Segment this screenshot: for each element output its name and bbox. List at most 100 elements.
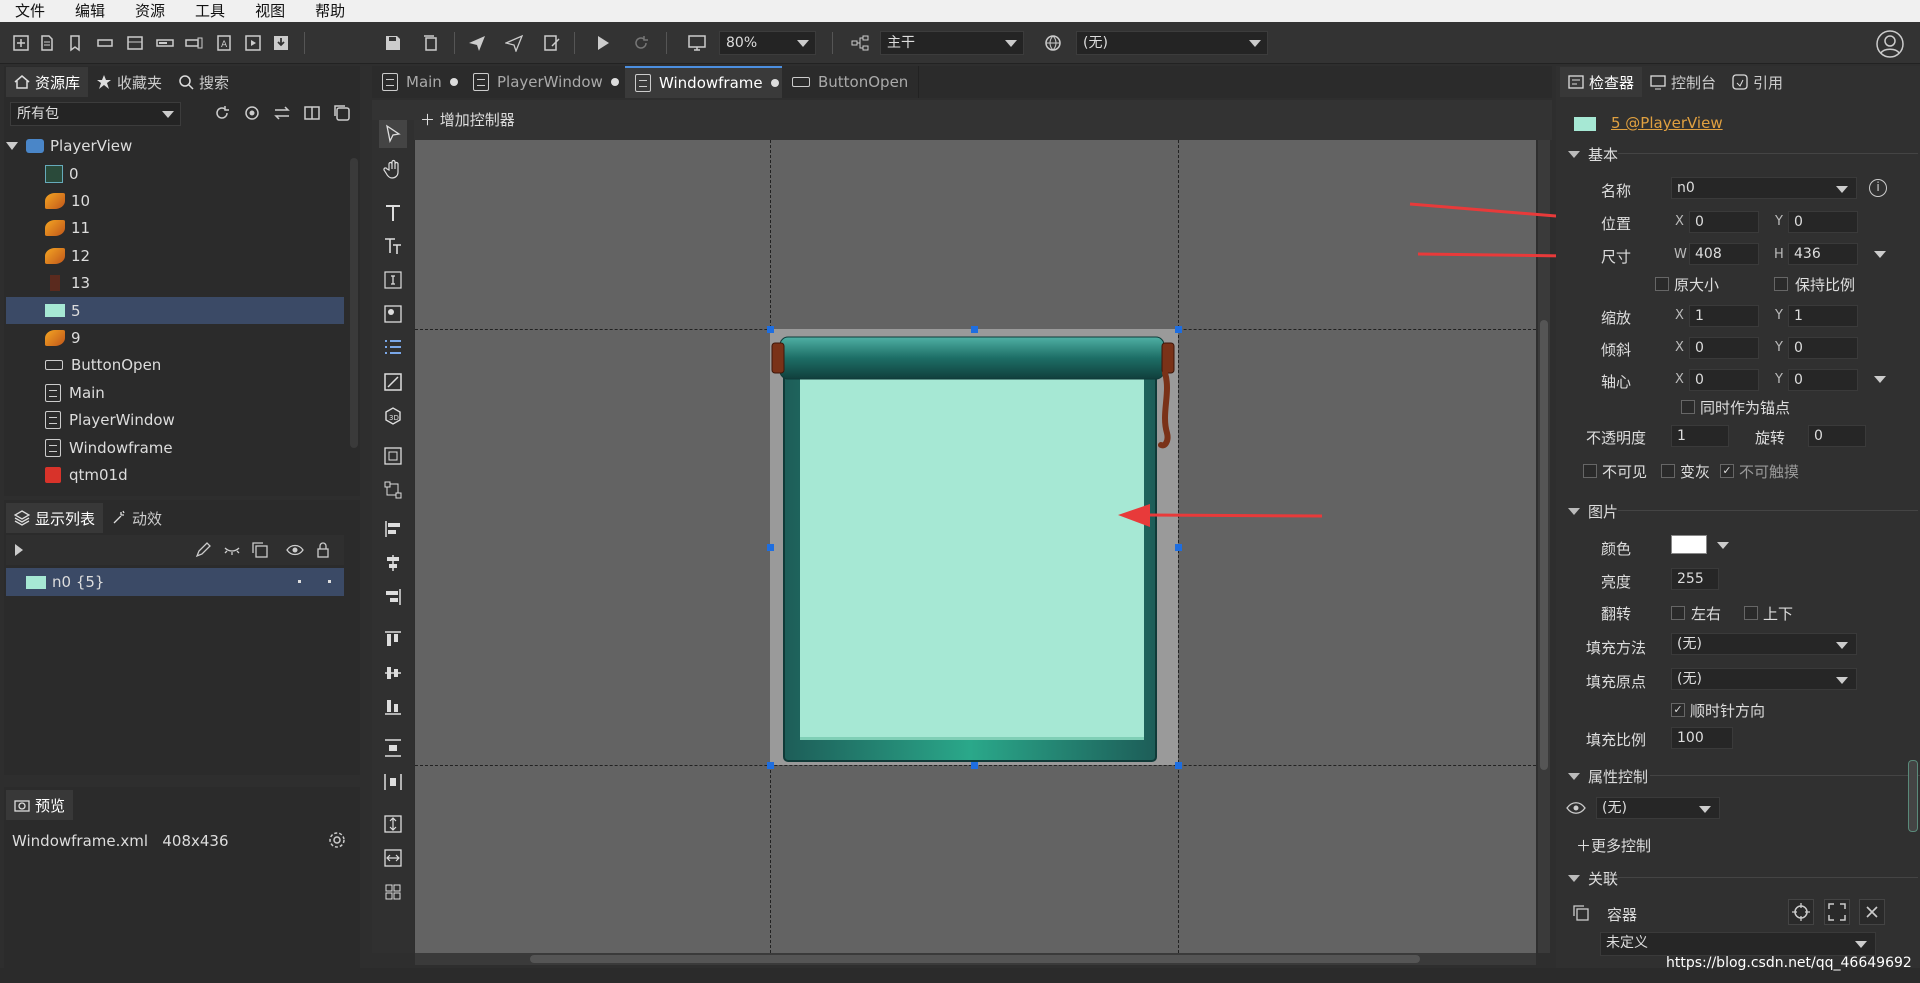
fill-method-value: (无) <box>1677 636 1702 652</box>
chevron-down-icon <box>1836 186 1848 193</box>
container-label: 容器 <box>1607 906 1638 924</box>
section-basic-label: 基本 <box>1588 146 1619 164</box>
color-label: 颜色 <box>1601 540 1632 558</box>
color-swatch[interactable] <box>1671 535 1707 554</box>
keep-ratio-label: 保持比例 <box>1795 276 1856 294</box>
scale-y-axis: Y <box>1775 308 1783 323</box>
skew-y-input[interactable]: 0 <box>1788 337 1858 359</box>
scale-x-input[interactable]: 1 <box>1689 305 1759 327</box>
expand-icon[interactable] <box>1824 899 1850 925</box>
size-w-input[interactable]: 408 <box>1689 243 1759 265</box>
clockwise-checkbox[interactable]: ✓ <box>1671 703 1685 717</box>
size-h-input[interactable]: 436 <box>1788 243 1858 265</box>
pivot-label: 轴心 <box>1601 373 1632 391</box>
clockwise-label: 顺时针方向 <box>1690 702 1766 720</box>
scale-label: 缩放 <box>1601 309 1632 327</box>
fill-method-select[interactable]: (无) <box>1671 633 1857 655</box>
section-basic[interactable]: 基本 <box>1568 144 1918 165</box>
fill-amount-label: 填充比例 <box>1586 731 1647 749</box>
chevron-down-icon <box>1836 677 1848 684</box>
relation-copy-icon[interactable] <box>1572 904 1590 926</box>
original-size-checkbox[interactable] <box>1655 277 1669 291</box>
size-h-axis: H <box>1774 247 1784 262</box>
reference-icon <box>1732 74 1748 90</box>
property-control-select[interactable]: (无) <box>1596 797 1720 819</box>
untouchable-label: 不可触摸 <box>1739 463 1800 481</box>
size-w-axis: W <box>1674 247 1687 262</box>
flip-v-label: 上下 <box>1763 605 1794 623</box>
watermark-text: https://blog.csdn.net/qq_46649692 <box>1666 955 1912 971</box>
collapse-arrow-icon <box>1568 875 1580 882</box>
section-property-control-label: 属性控制 <box>1588 768 1649 786</box>
pos-y-input[interactable]: 0 <box>1788 211 1858 233</box>
rotation-input[interactable]: 0 <box>1808 425 1866 447</box>
container-value: 未定义 <box>1606 935 1648 951</box>
alpha-input[interactable]: 1 <box>1671 425 1729 447</box>
tab-inspector[interactable]: 检查器 <box>1560 67 1643 97</box>
chevron-down-icon <box>1699 806 1711 813</box>
section-image[interactable]: 图片 <box>1568 501 1918 522</box>
invisible-checkbox[interactable] <box>1583 464 1597 478</box>
inspector-tabs: 检查器 控制台 引用 <box>1560 67 1791 97</box>
close-icon[interactable] <box>1859 899 1885 925</box>
untouchable-checkbox[interactable]: ✓ <box>1720 464 1734 478</box>
fill-method-label: 填充方法 <box>1586 639 1647 657</box>
tab-references[interactable]: 引用 <box>1724 67 1791 97</box>
status-bar <box>0 968 1920 983</box>
eye-icon[interactable] <box>1566 801 1586 819</box>
pos-y-axis: Y <box>1775 214 1783 229</box>
pos-x-input[interactable]: 0 <box>1689 211 1759 233</box>
inspector-scrollbar[interactable] <box>1908 760 1918 832</box>
section-relation-label: 关联 <box>1588 870 1619 888</box>
tab-inspector-label: 检查器 <box>1589 73 1635 92</box>
container-select[interactable]: 未定义 <box>1600 932 1876 956</box>
inspector-title-link[interactable]: 5 @PlayerView <box>1611 114 1723 132</box>
skew-x-input[interactable]: 0 <box>1689 337 1759 359</box>
flip-label: 翻转 <box>1601 605 1632 623</box>
pivot-options-icon[interactable] <box>1874 376 1886 383</box>
size-options-icon[interactable] <box>1874 251 1886 258</box>
target-icon[interactable] <box>1788 899 1814 925</box>
flip-v-checkbox[interactable] <box>1744 606 1758 620</box>
rotation-label: 旋转 <box>1755 429 1786 447</box>
pivot-anchor-label: 同时作为锚点 <box>1700 399 1791 417</box>
fill-origin-value: (无) <box>1677 671 1702 687</box>
pivot-anchor-checkbox[interactable] <box>1681 400 1695 414</box>
position-label: 位置 <box>1601 215 1632 233</box>
name-select[interactable]: n0 <box>1671 177 1857 199</box>
flip-h-checkbox[interactable] <box>1671 606 1685 620</box>
fill-origin-label: 填充原点 <box>1586 673 1647 691</box>
tab-console[interactable]: 控制台 <box>1642 67 1724 97</box>
brightness-input[interactable]: 255 <box>1671 568 1719 590</box>
image-swatch-icon <box>1574 117 1596 131</box>
name-value: n0 <box>1677 180 1695 196</box>
info-icon[interactable]: i <box>1869 179 1887 197</box>
more-controls-button[interactable]: ＋更多控制 <box>1576 835 1651 856</box>
invisible-label: 不可见 <box>1602 463 1648 481</box>
fill-origin-select[interactable]: (无) <box>1671 668 1857 690</box>
collapse-arrow-icon <box>1568 151 1580 158</box>
pos-x-axis: X <box>1675 214 1684 229</box>
console-icon <box>1650 75 1666 90</box>
skew-label: 倾斜 <box>1601 341 1632 359</box>
keep-ratio-checkbox[interactable] <box>1774 277 1788 291</box>
property-control-value: (无) <box>1602 800 1627 816</box>
pivot-y-input[interactable]: 0 <box>1788 369 1858 391</box>
pivot-x-input[interactable]: 0 <box>1689 369 1759 391</box>
fill-amount-input[interactable]: 100 <box>1671 727 1733 749</box>
pivot-x-axis: X <box>1675 372 1684 387</box>
skew-x-axis: X <box>1675 340 1684 355</box>
section-property-control[interactable]: 属性控制 <box>1568 766 1920 787</box>
scale-y-input[interactable]: 1 <box>1788 305 1858 327</box>
color-dropdown-icon[interactable] <box>1717 542 1729 549</box>
flip-h-label: 左右 <box>1691 605 1722 623</box>
arrow-image-icon <box>1118 504 1150 527</box>
grayed-label: 变灰 <box>1680 463 1711 481</box>
more-controls-label: 更多控制 <box>1591 837 1652 855</box>
alpha-label: 不透明度 <box>1586 429 1647 447</box>
section-relation[interactable]: 关联 <box>1568 868 1918 889</box>
tab-references-label: 引用 <box>1753 73 1784 92</box>
chevron-down-icon <box>1855 941 1867 948</box>
grayed-checkbox[interactable] <box>1661 464 1675 478</box>
tab-console-label: 控制台 <box>1671 73 1717 92</box>
